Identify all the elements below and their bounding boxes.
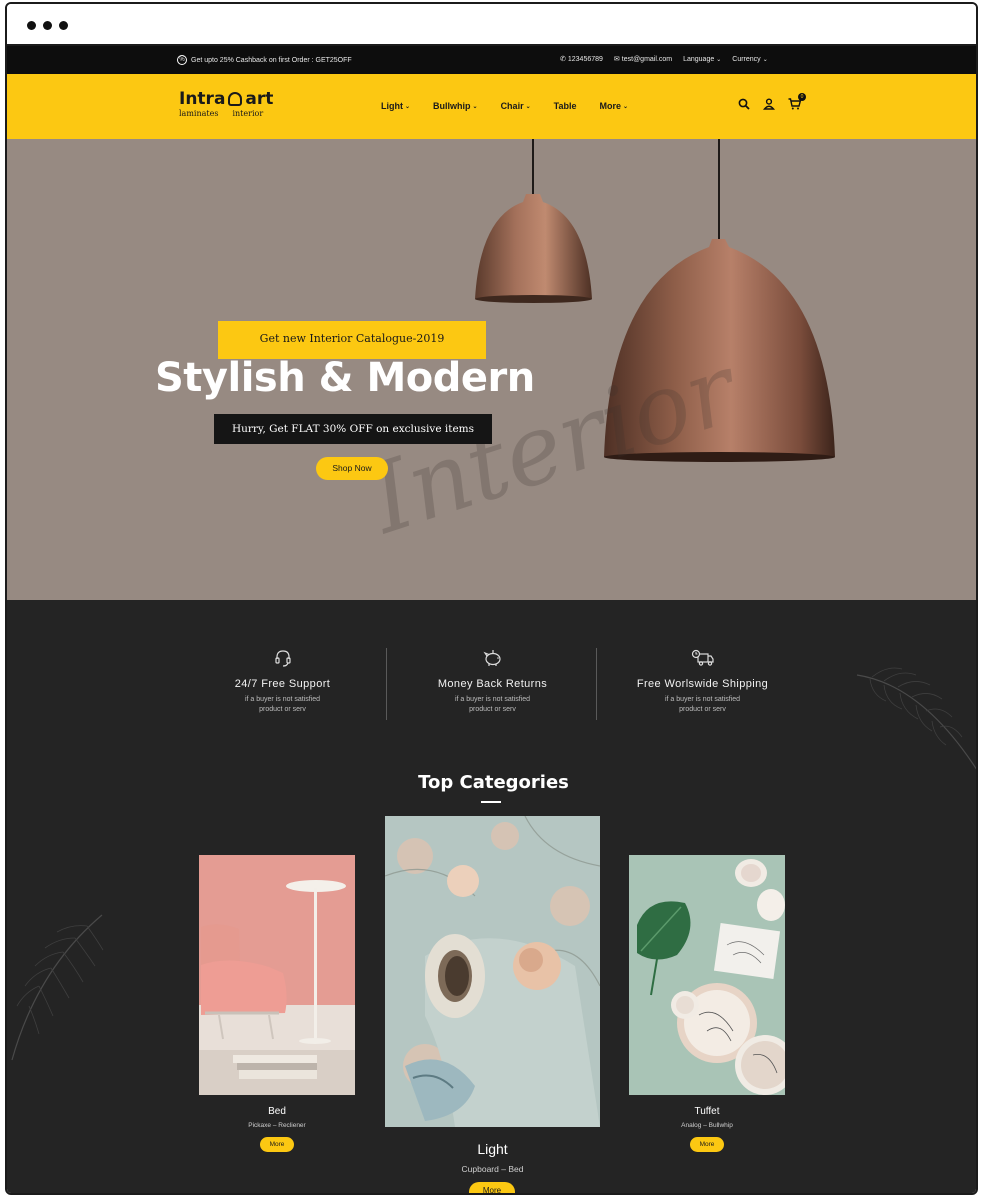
category-name[interactable]: Light [385,1141,600,1157]
chevron-down-icon: ⌄ [405,103,411,110]
window-dot [59,21,68,30]
currency-label: Currency [732,55,761,63]
category-subtitle: Cupboard – Bed [461,1164,524,1174]
feature-title: 24/7 Free Support [234,678,331,690]
currency-dropdown[interactable]: Currency ⌄ [732,56,767,63]
offer-banner: Hurry, Get FLAT 30% OFF on exclusive ite… [214,414,492,444]
nav-label: Chair [500,101,524,111]
leaf-decoration [11,914,104,1061]
mail-icon: ✉ [613,56,620,63]
feature-desc: if a buyer is not satisfied [244,696,321,703]
promo-message: % Get upto 25% Cashback on first Order :… [177,55,352,65]
logo-word-2: art [245,89,274,109]
email-text: test@gmail.com [621,55,673,63]
feature-desc: product or serv [259,706,306,713]
content-section: 24/7 Free Support if a buyer is not sati… [7,600,976,1193]
leaf-decoration [856,667,976,770]
nav-item-light[interactable]: Light ⌄ [381,101,410,111]
window-dot [27,21,36,30]
feature-support: 24/7 Free Support if a buyer is not sati… [178,648,387,720]
phone-icon: ✆ [560,56,566,63]
cart-icon[interactable]: 0 [788,93,806,110]
hero-banner: Interior Get new Interior Catalogue-2019… [7,139,976,600]
category-name[interactable]: Tuffet [629,1106,785,1117]
search-icon[interactable] [738,98,750,110]
user-icon[interactable] [763,98,775,110]
browser-window: % Get upto 25% Cashback on first Order :… [5,2,978,1195]
feature-desc: product or serv [469,706,516,713]
phone-text: 123456789 [567,55,603,63]
logo-tagline-2: interior [232,109,264,118]
hero-title: Stylish & Modern [155,355,535,401]
more-button[interactable]: More [469,1182,515,1193]
language-dropdown[interactable]: Language ⌄ [683,56,721,63]
title-underline [481,801,501,803]
more-button[interactable]: More [690,1137,724,1152]
nav-label: Light [381,101,403,111]
nav-item-bullwhip[interactable]: Bullwhip ⌄ [433,101,478,111]
feature-desc: if a buyer is not satisfied [664,696,741,703]
feature-title: Money Back Returns [437,678,548,690]
feature-returns: Money Back Returns if a buyer is not sat… [388,648,597,720]
feature-shipping: Free Worlswide Shipping if a buyer is no… [598,648,807,720]
chevron-down-icon: ⌄ [762,56,768,63]
browser-toolbar [7,4,976,46]
nav-label: Table [553,101,577,111]
language-label: Language [683,55,715,63]
site-header: Intra art laminates interior Light ⌄ Bul… [7,74,976,139]
section-title: Top Categories [418,772,569,793]
category-subtitle: Pickaxe – Recliener [248,1122,306,1129]
logo[interactable]: Intra art laminates interior [179,90,273,118]
feature-title: Free Worlswide Shipping [636,678,769,690]
piggy-bank-icon [482,650,501,666]
delivery-truck-icon [691,649,714,666]
category-image-light[interactable] [385,816,600,1127]
nav-item-table[interactable]: Table [554,101,577,111]
chevron-down-icon: ⌄ [716,56,722,63]
window-dot [43,21,52,30]
top-info-bar: % Get upto 25% Cashback on first Order :… [7,46,976,74]
category-image-tuffet[interactable] [629,855,785,1095]
category-image-bed[interactable] [199,855,355,1095]
category-subtitle: Analog – Bullwhip [681,1122,733,1129]
headset-icon [274,650,291,667]
catalogue-badge: Get new Interior Catalogue-2019 [218,321,486,359]
shop-now-button[interactable]: Shop Now [316,457,388,480]
feature-desc: if a buyer is not satisfied [454,696,531,703]
phone-link[interactable]: ✆ 123456789 [560,55,603,64]
feature-desc: product or serv [679,706,726,713]
chevron-down-icon: ⌄ [622,103,628,110]
logo-tagline-1: laminates [179,109,219,118]
nav-label: Bullwhip [433,101,471,111]
nav-item-more[interactable]: More ⌄ [599,101,628,111]
chair-icon [228,92,243,106]
main-nav: Light ⌄ Bullwhip ⌄ Chair ⌄ Table More ⌄ [381,101,628,111]
promo-text: Get upto 25% Cashback on first Order : G… [191,56,352,64]
chevron-down-icon: ⌄ [525,103,531,110]
divider [386,648,387,720]
logo-word-1: Intra [179,89,226,109]
more-button[interactable]: More [260,1137,294,1152]
email-link[interactable]: ✉ test@gmail.com [613,55,673,64]
discount-icon: % [177,55,187,65]
cart-count-badge: 0 [798,93,806,101]
divider [596,648,597,720]
category-name[interactable]: Bed [199,1106,355,1117]
nav-label: More [599,101,621,111]
nav-item-chair[interactable]: Chair ⌄ [501,101,531,111]
chevron-down-icon: ⌄ [472,103,478,110]
